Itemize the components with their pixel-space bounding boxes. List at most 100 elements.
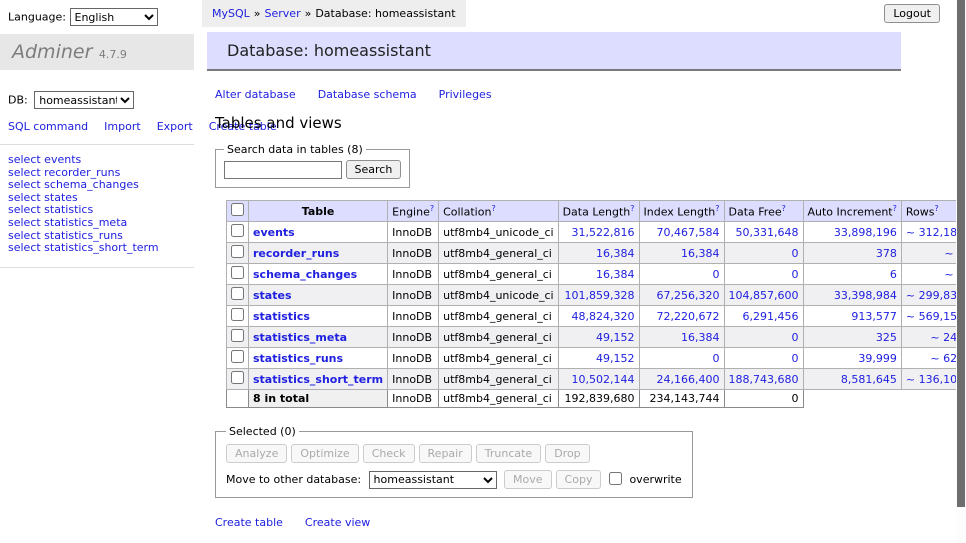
cell-collation: utf8mb4_general_ci [439, 369, 558, 390]
table-name-link[interactable]: statistics [253, 310, 310, 323]
move-button[interactable]: Move [504, 470, 552, 489]
index-length-link[interactable]: 70,467,584 [657, 226, 720, 239]
index-length-link[interactable]: 0 [713, 352, 720, 365]
data-free-link[interactable]: 104,857,600 [729, 289, 799, 302]
overwrite-checkbox[interactable] [609, 472, 622, 485]
data-free-link[interactable]: 0 [792, 268, 799, 281]
auto-increment-link[interactable]: 33,898,196 [834, 226, 897, 239]
breadcrumb-item[interactable]: MySQL [212, 7, 250, 20]
search-button[interactable]: Search [346, 160, 402, 179]
index-length-link[interactable]: 67,256,320 [657, 289, 720, 302]
data-length-link[interactable]: 10,502,144 [572, 373, 635, 386]
data-free-link[interactable]: 188,743,680 [729, 373, 799, 386]
truncate-button[interactable]: Truncate [476, 444, 541, 463]
create-view-link[interactable]: Create view [305, 516, 370, 529]
repair-button[interactable]: Repair [419, 444, 472, 463]
row-checkbox[interactable] [231, 287, 244, 300]
data-length-link[interactable]: 31,522,816 [572, 226, 635, 239]
help-icon[interactable]: ? [715, 204, 719, 213]
data-free-link[interactable]: 0 [792, 331, 799, 344]
help-icon[interactable]: ? [430, 204, 434, 213]
data-length-link[interactable]: 49,152 [596, 331, 635, 344]
auto-increment-link[interactable]: 8,581,645 [841, 373, 897, 386]
row-checkbox[interactable] [231, 245, 244, 258]
col-header-data-length: Data Length? [558, 201, 639, 222]
table-total-row: 8 in totalInnoDButf8mb4_general_ci192,83… [227, 390, 966, 408]
row-checkbox[interactable] [231, 371, 244, 384]
row-checkbox[interactable] [231, 308, 244, 321]
breadcrumb-item[interactable]: Server [265, 7, 301, 20]
help-icon[interactable]: ? [893, 204, 897, 213]
analyze-button[interactable]: Analyze [226, 444, 287, 463]
index-length-link[interactable]: 0 [713, 268, 720, 281]
select-all-checkbox[interactable] [231, 203, 244, 216]
help-icon[interactable]: ? [782, 204, 786, 213]
vertical-scrollbar[interactable] [956, 0, 966, 543]
logout-button[interactable]: Logout [884, 4, 940, 23]
row-checkbox[interactable] [231, 266, 244, 279]
sidebar-table-link[interactable]: select events [8, 154, 186, 167]
help-icon[interactable]: ? [630, 204, 634, 213]
cell-auto-increment: 33,398,984 [803, 285, 901, 306]
sidebar-link-export[interactable]: Export [157, 120, 193, 133]
row-checkbox[interactable] [231, 329, 244, 342]
sidebar-table-link[interactable]: select statistics_short_term [8, 242, 186, 255]
table-name-link[interactable]: statistics_short_term [253, 373, 383, 386]
sidebar-table-link[interactable]: select statistics_meta [8, 217, 186, 230]
auto-increment-link[interactable]: 39,999 [858, 352, 897, 365]
table-name-link[interactable]: events [253, 226, 295, 239]
language-select[interactable]: English [70, 8, 158, 26]
move-buttons: MoveCopy [504, 473, 605, 486]
data-length-link[interactable]: 16,384 [596, 268, 635, 281]
brand-version: 4.7.9 [99, 48, 127, 61]
sidebar-link-import[interactable]: Import [104, 120, 141, 133]
data-length-link[interactable]: 16,384 [596, 247, 635, 260]
db-selector-row: DB: homeassistant [0, 70, 194, 113]
data-free-link[interactable]: 6,291,456 [743, 310, 799, 323]
check-button[interactable]: Check [363, 444, 415, 463]
search-input[interactable] [224, 161, 342, 179]
help-icon[interactable]: ? [491, 204, 495, 213]
auto-increment-link[interactable]: 33,398,984 [834, 289, 897, 302]
nav-link-database-schema[interactable]: Database schema [318, 88, 417, 101]
help-icon[interactable]: ? [934, 204, 938, 213]
nav-link-privileges[interactable]: Privileges [439, 88, 492, 101]
search-legend: Search data in tables (8) [224, 143, 366, 156]
move-row: Move to other database: homeassistant Mo… [226, 470, 682, 489]
data-length-link[interactable]: 101,859,328 [565, 289, 635, 302]
breadcrumb-item: Database: homeassistant [315, 7, 455, 20]
auto-increment-link[interactable]: 6 [890, 268, 897, 281]
optimize-button[interactable]: Optimize [291, 444, 358, 463]
index-length-link[interactable]: 24,166,400 [657, 373, 720, 386]
table-name-link[interactable]: recorder_runs [253, 247, 339, 260]
overwrite-label[interactable]: overwrite [629, 473, 681, 486]
data-length-link[interactable]: 48,824,320 [572, 310, 635, 323]
data-free-link[interactable]: 0 [792, 247, 799, 260]
auto-increment-link[interactable]: 325 [876, 331, 897, 344]
cell-data-length: 31,522,816 [558, 222, 639, 243]
nav-link-alter-database[interactable]: Alter database [215, 88, 296, 101]
table-name-link[interactable]: statistics_runs [253, 352, 343, 365]
table-name-link[interactable]: states [253, 289, 292, 302]
table-name-link[interactable]: schema_changes [253, 268, 357, 281]
scrollbar-thumb[interactable] [957, 0, 965, 507]
sidebar-link-sql-command[interactable]: SQL command [8, 120, 88, 133]
sidebar-table-link[interactable]: select schema_changes [8, 179, 186, 192]
drop-button[interactable]: Drop [545, 444, 589, 463]
copy-button[interactable]: Copy [556, 470, 602, 489]
row-checkbox[interactable] [231, 350, 244, 363]
data-length-link[interactable]: 49,152 [596, 352, 635, 365]
total-data-free: 0 [724, 390, 803, 408]
index-length-link[interactable]: 16,384 [681, 331, 720, 344]
index-length-link[interactable]: 16,384 [681, 247, 720, 260]
auto-increment-link[interactable]: 913,577 [851, 310, 897, 323]
auto-increment-link[interactable]: 378 [876, 247, 897, 260]
move-db-select[interactable]: homeassistant [369, 471, 497, 489]
create-table-link[interactable]: Create table [215, 516, 283, 529]
data-free-link[interactable]: 50,331,648 [736, 226, 799, 239]
data-free-link[interactable]: 0 [792, 352, 799, 365]
db-select[interactable]: homeassistant [34, 91, 134, 109]
table-name-link[interactable]: statistics_meta [253, 331, 347, 344]
index-length-link[interactable]: 72,220,672 [657, 310, 720, 323]
row-checkbox[interactable] [231, 224, 244, 237]
